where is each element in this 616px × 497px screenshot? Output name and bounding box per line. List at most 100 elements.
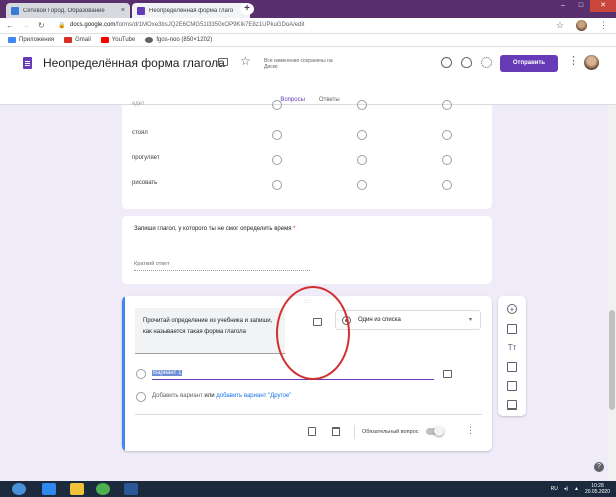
send-button[interactable]: Отправить (500, 55, 558, 72)
forward-icon[interactable]: → (22, 21, 30, 30)
duplicate-icon[interactable] (308, 427, 316, 436)
maximize-icon[interactable]: □ (572, 0, 590, 12)
add-other-link[interactable]: добавить вариант "Другое" (216, 393, 291, 399)
required-toggle[interactable] (426, 426, 444, 436)
close-icon[interactable]: × (121, 7, 125, 14)
preview-eye-icon[interactable] (461, 57, 472, 68)
network-icon[interactable]: ▲ (574, 486, 579, 492)
bookmark-star-icon[interactable]: ☆ (556, 20, 564, 31)
grid-radio[interactable] (442, 180, 452, 190)
gmail-icon (64, 37, 73, 43)
grid-radio[interactable] (357, 180, 367, 190)
trash-icon[interactable] (332, 427, 340, 436)
bookmark-fgos[interactable]: fgos-noo (850×1202) (145, 37, 212, 43)
grid-row: прогуляет (132, 155, 482, 165)
or-label: или (204, 393, 215, 399)
taskbar: RU ◂) ▲ 10:28 20.05.2020 (0, 481, 616, 497)
lock-icon: 🔒 (58, 23, 66, 29)
grid-radio[interactable] (272, 155, 282, 165)
window-close-icon[interactable]: ✕ (590, 0, 616, 12)
grid-radio[interactable] (272, 100, 282, 110)
grid-row-label: рисовать (132, 180, 158, 186)
minimize-icon[interactable]: – (554, 0, 572, 12)
bookmark-apps[interactable]: Приложения (8, 37, 54, 43)
short-answer-card[interactable]: Запиши глагол, у которого ты не смог опр… (122, 216, 492, 284)
question-type-select[interactable]: Один из списка ▾ (335, 310, 481, 330)
scrollbar-thumb[interactable] (609, 310, 615, 410)
explorer-icon[interactable] (42, 483, 56, 495)
avatar[interactable] (584, 55, 599, 70)
add-question-icon[interactable]: + (507, 304, 517, 314)
url-field[interactable]: docs.google.com/forms/d/1MOxe3bsJQ2E6CMG… (70, 22, 304, 28)
volume-icon[interactable]: ◂) (564, 486, 568, 492)
grid-radio[interactable] (357, 130, 367, 140)
bookmark-label: fgos-noo (850×1202) (156, 37, 213, 43)
forms-logo-icon[interactable] (23, 57, 32, 69)
back-icon[interactable]: ← (6, 21, 14, 30)
bookmarks-bar: Приложения Gmail YouTube fgos-noo (850×1… (0, 34, 616, 47)
short-answer-placeholder: Краткий ответ (134, 261, 310, 271)
grid-radio[interactable] (357, 100, 367, 110)
clock[interactable]: 10:28 20.05.2020 (585, 483, 610, 495)
bookmark-youtube[interactable]: YouTube (100, 37, 135, 43)
form-title[interactable]: Неопределённая форма глагола (43, 56, 225, 70)
add-title-icon[interactable]: Тт (507, 343, 517, 353)
add-option-link[interactable]: Добавить вариант (152, 393, 203, 399)
option-image-icon[interactable] (443, 370, 452, 378)
apps-icon (8, 37, 16, 43)
tab-favicon (137, 6, 145, 15)
add-video-icon[interactable] (507, 381, 517, 391)
browser-tab-strip: Сетевой Город. Образование × Неопределён… (0, 0, 616, 18)
browser-tab-1[interactable]: Сетевой Город. Образование × (6, 3, 130, 18)
tab-title: Сетевой Город. Образование (23, 7, 105, 14)
browser-menu-icon[interactable]: ⋮ (599, 20, 608, 31)
question-text-input[interactable]: Прочитай определение из учебника и запиш… (135, 308, 285, 354)
new-tab-button[interactable]: + (240, 3, 254, 15)
bookmark-label: Gmail (75, 37, 91, 43)
grid-radio[interactable] (272, 180, 282, 190)
word-icon[interactable] (124, 483, 138, 495)
folder-icon[interactable] (70, 483, 84, 495)
palette-icon[interactable] (441, 57, 452, 68)
star-icon[interactable]: ☆ (240, 54, 251, 68)
grid-radio[interactable] (357, 155, 367, 165)
folder-icon[interactable] (218, 58, 228, 66)
browser-tab-2[interactable]: Неопределённая форма глаго × (132, 3, 250, 18)
grid-radio[interactable] (442, 130, 452, 140)
grid-row-label: прогуляет (132, 155, 160, 161)
footer-separator (354, 425, 355, 439)
add-section-icon[interactable] (507, 400, 517, 410)
address-bar: ← → ↻ 🔒 docs.google.com/forms/d/1MOxe3bs… (0, 18, 616, 34)
start-icon[interactable] (12, 483, 26, 495)
grid-row: едет (132, 100, 482, 115)
address-bar-actions: ☆ ⋮ (556, 20, 608, 31)
chrome-icon[interactable] (96, 483, 110, 495)
grid-radio[interactable] (442, 155, 452, 165)
help-icon[interactable]: ? (594, 462, 604, 472)
required-mark: * (293, 226, 296, 232)
grid-question-card[interactable]: едет стоял прогуляет рисовать (122, 100, 492, 209)
import-questions-icon[interactable] (507, 324, 517, 334)
globe-icon (145, 37, 154, 43)
youtube-icon (100, 37, 109, 43)
active-indicator (122, 296, 125, 451)
profile-avatar[interactable] (576, 20, 587, 31)
reload-icon[interactable]: ↻ (38, 21, 45, 30)
card-divider (135, 414, 482, 415)
grid-radio[interactable] (442, 100, 452, 110)
option-text-selected: Вариант 1 (152, 370, 183, 376)
chevron-down-icon: ▾ (468, 317, 472, 323)
more-menu-icon[interactable]: ⋮ (568, 54, 579, 67)
scrollbar[interactable] (608, 105, 616, 480)
required-label: Обязательный вопрос (362, 429, 419, 435)
system-tray: RU ◂) ▲ 10:28 20.05.2020 (551, 483, 610, 495)
grid-radio[interactable] (272, 130, 282, 140)
question-more-icon[interactable]: ⋮ (466, 425, 475, 436)
bookmark-gmail[interactable]: Gmail (64, 37, 91, 43)
clock-date: 20.05.2020 (584, 489, 610, 495)
grid-row: стоял (132, 130, 482, 140)
language-indicator[interactable]: RU (551, 486, 558, 492)
settings-gear-icon[interactable] (481, 57, 492, 68)
option-radio (136, 369, 146, 379)
add-image-icon[interactable] (507, 362, 517, 372)
